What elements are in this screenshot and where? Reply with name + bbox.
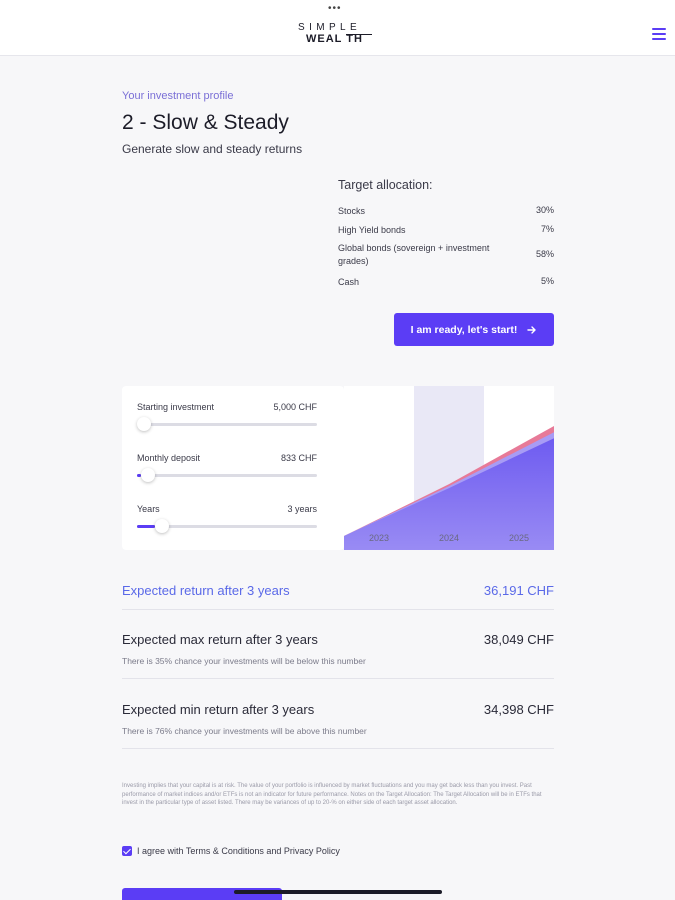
slider-thumb[interactable] [155, 519, 169, 533]
expected-return-value: 36,191 CHF [483, 583, 554, 598]
allocation-name: Global bonds (sovereign + investment gra… [338, 243, 490, 266]
slider-value: 3 years [287, 504, 317, 514]
x-tick-label: 2023 [369, 533, 389, 543]
min-return-value: 34,398 CHF [483, 702, 554, 717]
allocation-name: Cash [338, 277, 360, 287]
slider-label: Starting investment [137, 402, 215, 412]
divider [122, 748, 554, 749]
hamburger-menu-icon[interactable] [652, 28, 666, 40]
min-return-note: There is 76% chance your investments wil… [122, 726, 367, 736]
slider-label: Monthly deposit [137, 453, 201, 463]
allocation-pct: 30% [535, 205, 554, 215]
max-return-note: There is 35% chance your investments wil… [122, 656, 366, 666]
profile-label: Your investment profile [122, 90, 234, 102]
allocation-title: Target allocation: [338, 178, 433, 192]
slider-fill [137, 525, 155, 528]
terms-label: I agree with Terms & Conditions and Priv… [137, 846, 340, 856]
slider-track[interactable] [137, 468, 317, 482]
divider [122, 678, 554, 679]
slider-track[interactable] [137, 519, 317, 533]
allocation-name: Stocks [338, 206, 366, 216]
start-button-label: I am ready, let's start! [410, 323, 518, 336]
allocation-name: High Yield bonds [338, 225, 406, 235]
terms-checkbox[interactable] [122, 846, 132, 856]
profile-subtitle: Generate slow and steady returns [122, 142, 303, 156]
slider-label: Years [137, 504, 160, 514]
page-title: 2 - Slow & Steady [122, 111, 289, 134]
allocation-pct: 58% [535, 249, 554, 259]
multitasking-dots-icon[interactable]: ••• [328, 4, 342, 14]
max-return-value: 38,049 CHF [483, 632, 554, 647]
x-tick-label: 2025 [509, 533, 529, 543]
terms-agreement[interactable]: I agree with Terms & Conditions and Priv… [122, 846, 340, 856]
slider-thumb[interactable] [137, 417, 151, 431]
projection-chart: 2023 2024 2025 [344, 386, 554, 550]
risk-disclaimer: Investing implies that your capital is a… [122, 783, 542, 806]
divider [122, 609, 554, 610]
allocation-pct: 7% [540, 224, 554, 234]
slider-value: 5,000 CHF [273, 402, 317, 412]
logo[interactable]: SIMPLE WEAL TH [298, 22, 380, 48]
allocation-pct: 5% [540, 276, 554, 286]
expected-return-title: Expected return after 3 years [122, 583, 290, 598]
home-indicator [234, 890, 442, 894]
simulator-card: Starting investment 5,000 CHF Monthly de… [122, 386, 344, 550]
max-return-title: Expected max return after 3 years [122, 632, 318, 647]
logo-line-1: SIMPLE [298, 22, 362, 33]
x-tick-label: 2024 [439, 533, 459, 543]
arrow-right-icon [527, 325, 537, 334]
min-return-title: Expected min return after 3 years [122, 702, 315, 717]
slider-track[interactable] [137, 417, 317, 431]
logo-line-2: WEAL TH [306, 33, 363, 45]
top-bar: ••• SIMPLE WEAL TH [0, 0, 675, 56]
slider-thumb[interactable] [140, 468, 155, 482]
start-button[interactable]: I am ready, let's start! [394, 313, 554, 346]
slider-value: 833 CHF [280, 453, 317, 463]
